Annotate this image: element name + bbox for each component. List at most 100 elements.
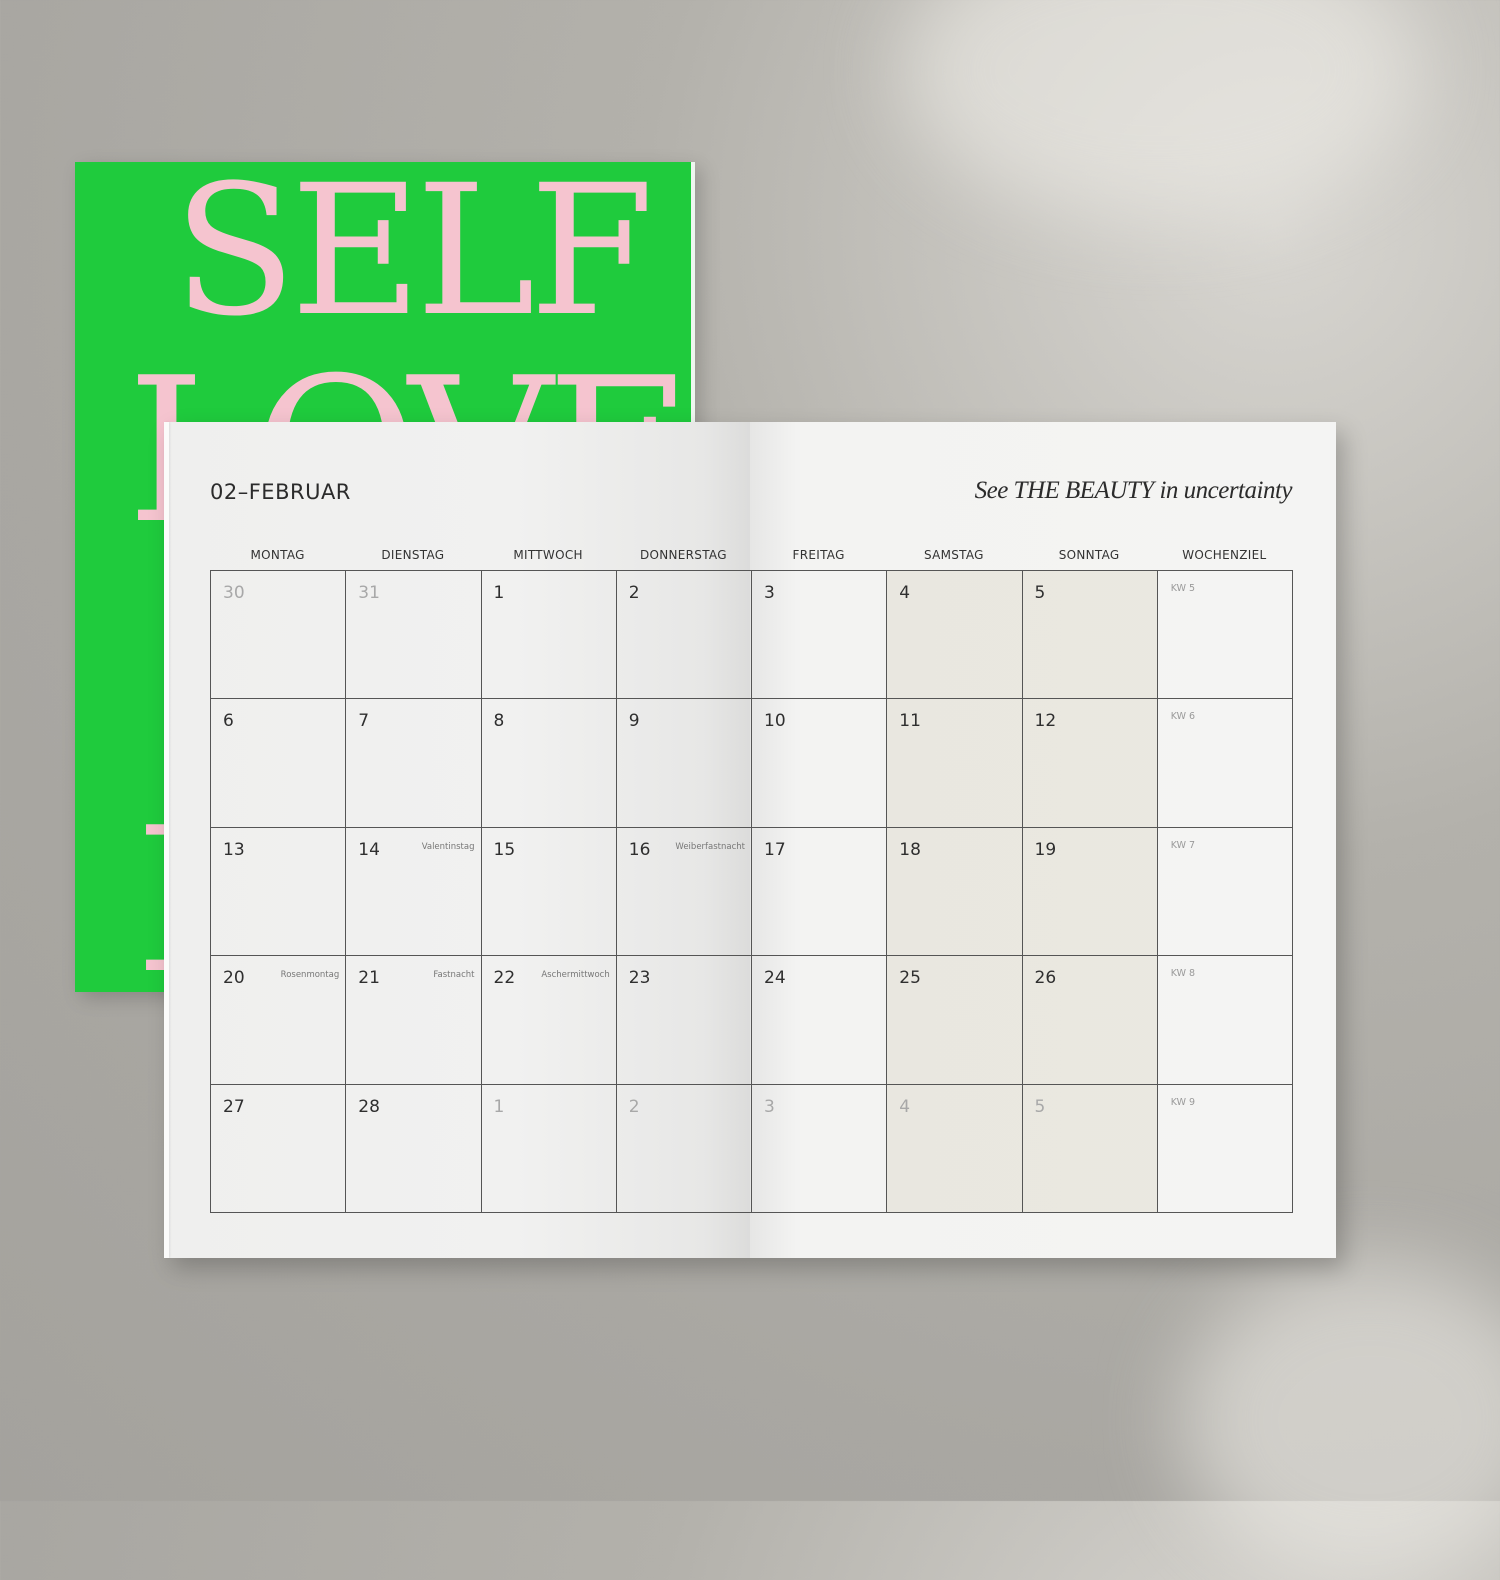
day-number: 25 bbox=[899, 968, 921, 989]
weekly-goal-cell[interactable]: KW 6 bbox=[1157, 699, 1293, 828]
calendar-week-label: KW 7 bbox=[1170, 839, 1196, 851]
day-cell[interactable]: 1 bbox=[481, 1084, 617, 1213]
day-cell[interactable]: 24 bbox=[752, 956, 888, 1085]
day-cell[interactable]: 25 bbox=[887, 956, 1023, 1085]
day-number: 3 bbox=[764, 583, 775, 603]
cover-word-self: SELF bbox=[173, 162, 654, 356]
window-light-patch bbox=[900, 0, 1420, 220]
day-number: 8 bbox=[493, 711, 505, 732]
day-number: 31 bbox=[358, 583, 380, 603]
day-cell[interactable]: 14 Valentinstag bbox=[346, 827, 482, 957]
day-cell[interactable]: 5 bbox=[1022, 571, 1158, 700]
day-cell[interactable]: 3 bbox=[752, 1084, 888, 1213]
calendar-grid: 30 31 1 2 3 4 5 KW 5 6 7 8 9 10 11 12 KW 6 13 14 Valentins… bbox=[210, 570, 1293, 1213]
day-number: 21 bbox=[358, 968, 380, 989]
day-cell[interactable]: 16 Weiberfastnacht bbox=[616, 827, 752, 957]
day-number: 14 bbox=[358, 839, 380, 860]
holiday-label: Valentinstag bbox=[421, 841, 475, 852]
day-number: 6 bbox=[223, 711, 234, 732]
day-number: 24 bbox=[764, 968, 786, 989]
day-number: 4 bbox=[899, 583, 911, 603]
day-cell[interactable]: 28 bbox=[346, 1084, 482, 1213]
calendar-week-label: KW 8 bbox=[1170, 968, 1196, 980]
day-cell[interactable]: 7 bbox=[346, 699, 482, 828]
day-number: 12 bbox=[1034, 711, 1057, 732]
day-cell[interactable]: 12 bbox=[1022, 699, 1158, 828]
day-number: 10 bbox=[764, 711, 786, 732]
day-header-freitag: FREITAG bbox=[792, 548, 845, 562]
day-number: 30 bbox=[223, 583, 245, 603]
calendar-week-label: KW 5 bbox=[1170, 583, 1196, 594]
day-number: 7 bbox=[358, 711, 370, 732]
day-number: 28 bbox=[358, 1096, 380, 1117]
tagline: See THE BEAUTY in uncertainty bbox=[974, 477, 1293, 504]
day-number: 20 bbox=[223, 968, 245, 989]
window-light-patch bbox=[1180, 1260, 1500, 1580]
day-cell[interactable]: 8 bbox=[481, 699, 617, 828]
day-number: 9 bbox=[628, 711, 640, 732]
day-cell[interactable]: 11 bbox=[887, 699, 1023, 828]
day-cell[interactable]: 22 Aschermittwoch bbox=[481, 956, 617, 1085]
day-header-dienstag: DIENSTAG bbox=[381, 548, 445, 562]
day-cell[interactable]: 10 bbox=[752, 699, 888, 828]
day-number: 19 bbox=[1034, 839, 1057, 860]
day-header-mittwoch: MITTWOCH bbox=[513, 548, 583, 562]
day-cell[interactable]: 19 bbox=[1022, 827, 1158, 957]
day-number: 11 bbox=[899, 711, 921, 732]
day-number: 18 bbox=[899, 839, 921, 860]
day-cell[interactable]: 27 bbox=[211, 1084, 347, 1213]
day-number: 4 bbox=[899, 1096, 911, 1117]
day-number: 16 bbox=[628, 839, 651, 860]
holiday-label: Weiberfastnacht bbox=[675, 841, 745, 852]
day-number: 26 bbox=[1034, 968, 1057, 989]
day-header-wochenziel: WOCHENZIEL bbox=[1182, 548, 1267, 562]
day-number: 27 bbox=[223, 1096, 245, 1117]
day-cell[interactable]: 20 Rosenmontag bbox=[211, 956, 347, 1085]
day-number: 5 bbox=[1034, 583, 1046, 603]
day-number: 5 bbox=[1034, 1096, 1046, 1117]
day-cell[interactable]: 26 bbox=[1022, 956, 1158, 1085]
planner-spread: 02–FEBRUAR See THE BEAUTY in uncertainty… bbox=[164, 422, 1336, 1258]
weekly-goal-cell[interactable]: KW 8 bbox=[1157, 956, 1293, 1085]
holiday-label: Aschermittwoch bbox=[541, 970, 610, 981]
day-number: 13 bbox=[223, 839, 245, 860]
day-number: 2 bbox=[628, 583, 640, 603]
day-cell[interactable]: 30 bbox=[211, 571, 347, 700]
planner-page-edge bbox=[164, 422, 169, 1258]
month-title: 02–FEBRUAR bbox=[210, 480, 351, 504]
calendar-week-label: KW 6 bbox=[1170, 711, 1196, 723]
day-cell[interactable]: 4 bbox=[887, 571, 1023, 700]
calendar-week-label: KW 9 bbox=[1170, 1096, 1196, 1108]
day-number: 1 bbox=[493, 583, 505, 603]
weekly-goal-cell[interactable]: KW 5 bbox=[1157, 571, 1293, 700]
day-cell[interactable]: 6 bbox=[211, 699, 347, 828]
day-header-donnerstag: DONNERSTAG bbox=[639, 548, 727, 562]
day-cell[interactable]: 1 bbox=[481, 571, 617, 700]
day-cell[interactable]: 5 bbox=[1022, 1084, 1158, 1213]
day-cell[interactable]: 13 bbox=[211, 827, 347, 957]
day-number: 1 bbox=[493, 1096, 505, 1117]
day-header-sonntag: SONNTAG bbox=[1058, 548, 1120, 562]
day-number: 2 bbox=[628, 1096, 640, 1117]
day-cell[interactable]: 3 bbox=[752, 571, 888, 700]
day-cell[interactable]: 2 bbox=[616, 1084, 752, 1213]
day-cell[interactable]: 4 bbox=[887, 1084, 1023, 1213]
day-cell[interactable]: 31 bbox=[346, 571, 482, 700]
day-cell[interactable]: 15 bbox=[481, 827, 617, 957]
day-cell[interactable]: 21 Fastnacht bbox=[346, 956, 482, 1085]
weekly-goal-cell[interactable]: KW 7 bbox=[1157, 827, 1293, 957]
day-cell[interactable]: 2 bbox=[616, 571, 752, 700]
day-number: 23 bbox=[628, 968, 651, 989]
day-cell[interactable]: 18 bbox=[887, 827, 1023, 957]
holiday-label: Rosenmontag bbox=[280, 970, 340, 981]
day-number: 15 bbox=[493, 839, 516, 860]
day-header-row: MONTAG DIENSTAG MITTWOCH DONNERSTAG FREI… bbox=[210, 548, 1292, 566]
day-cell[interactable]: 9 bbox=[616, 699, 752, 828]
day-header-montag: MONTAG bbox=[250, 548, 305, 562]
day-cell[interactable]: 17 bbox=[752, 827, 888, 957]
weekly-goal-cell[interactable]: KW 9 bbox=[1157, 1084, 1293, 1213]
day-number: 17 bbox=[764, 839, 786, 860]
day-cell[interactable]: 23 bbox=[616, 956, 752, 1085]
holiday-label: Fastnacht bbox=[433, 970, 475, 981]
day-number: 3 bbox=[764, 1096, 775, 1117]
